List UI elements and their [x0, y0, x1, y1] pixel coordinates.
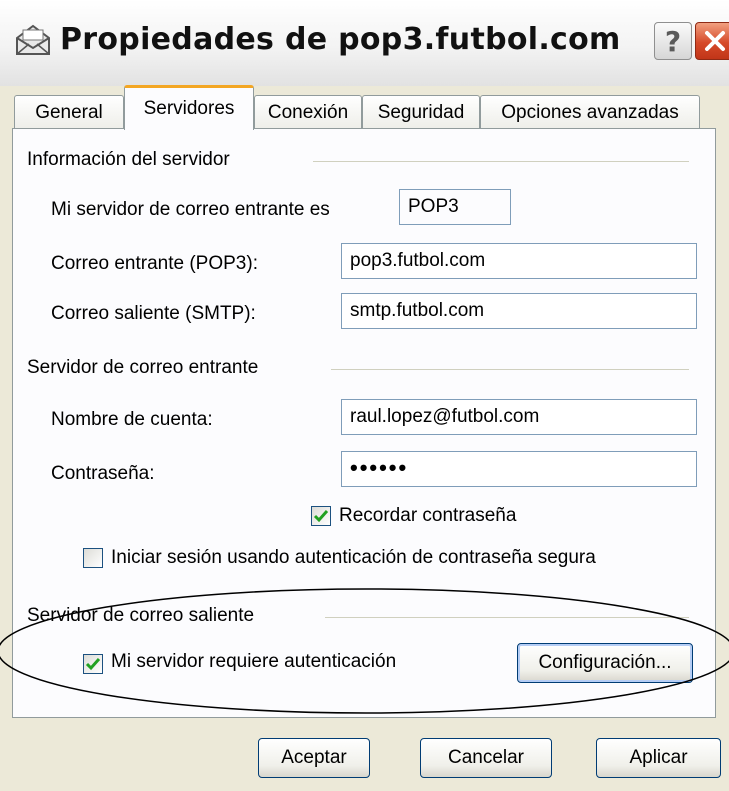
settings-button[interactable]: Configuración...: [517, 643, 693, 683]
help-icon: ?: [664, 24, 682, 58]
tab-label: Servidores: [143, 98, 235, 119]
remember-password-checkbox[interactable]: [311, 506, 331, 526]
incoming-type-label: Mi servidor de correo entrante es: [51, 199, 330, 220]
checkmark-icon: [85, 658, 101, 671]
secure-auth-label[interactable]: Iniciar sesión usando autenticación de c…: [111, 547, 596, 569]
incoming-server-input[interactable]: pop3.futbol.com: [341, 243, 697, 279]
account-name-label: Nombre de cuenta:: [51, 409, 213, 430]
tab-general[interactable]: General: [14, 95, 124, 129]
outgoing-server-label: Correo saliente (SMTP):: [51, 303, 256, 324]
ok-button[interactable]: Aceptar: [258, 738, 370, 778]
apply-button[interactable]: Aplicar: [596, 738, 721, 778]
tab-opciones-avanzadas[interactable]: Opciones avanzadas: [480, 95, 700, 129]
group-divider: [313, 161, 689, 162]
servers-tab-panel: Información del servidor Mi servidor de …: [12, 128, 716, 718]
password-label: Contraseña:: [51, 463, 155, 484]
tab-conexion[interactable]: Conexión: [254, 95, 362, 129]
password-input[interactable]: ••••••: [341, 451, 697, 487]
tab-label: General: [35, 101, 103, 123]
incoming-server-group-title: Servidor de correo entrante: [27, 357, 259, 378]
requires-auth-label[interactable]: Mi servidor requiere autenticación: [111, 651, 396, 673]
window-title: Propiedades de pop3.futbol.com: [60, 22, 621, 57]
remember-password-label[interactable]: Recordar contraseña: [339, 505, 516, 527]
tab-label: Conexión: [267, 101, 349, 123]
close-button[interactable]: [695, 22, 729, 60]
help-button[interactable]: ?: [654, 22, 692, 60]
tab-label: Opciones avanzadas: [501, 101, 679, 123]
requires-auth-checkbox[interactable]: [83, 654, 103, 674]
group-divider: [325, 617, 689, 618]
server-info-group-title: Información del servidor: [27, 149, 230, 170]
account-name-input[interactable]: raul.lopez@futbol.com: [341, 399, 697, 435]
incoming-type-value: POP3: [399, 189, 511, 225]
checkmark-icon: [313, 510, 329, 523]
secure-auth-checkbox[interactable]: [83, 548, 103, 568]
close-icon: [705, 31, 725, 51]
properties-dialog: Propiedades de pop3.futbol.com ? General…: [0, 0, 729, 791]
outgoing-server-group-title: Servidor de correo saliente: [27, 605, 255, 626]
title-bar[interactable]: Propiedades de pop3.futbol.com ?: [0, 0, 729, 86]
outgoing-server-input[interactable]: smtp.futbol.com: [341, 293, 697, 329]
tab-label: Seguridad: [377, 101, 465, 123]
tab-servidores[interactable]: Servidores: [124, 85, 254, 130]
tab-seguridad[interactable]: Seguridad: [362, 95, 480, 129]
mail-envelope-icon: [16, 24, 50, 55]
incoming-server-label: Correo entrante (POP3):: [51, 253, 258, 274]
cancel-button[interactable]: Cancelar: [420, 738, 552, 778]
group-divider: [331, 369, 689, 370]
